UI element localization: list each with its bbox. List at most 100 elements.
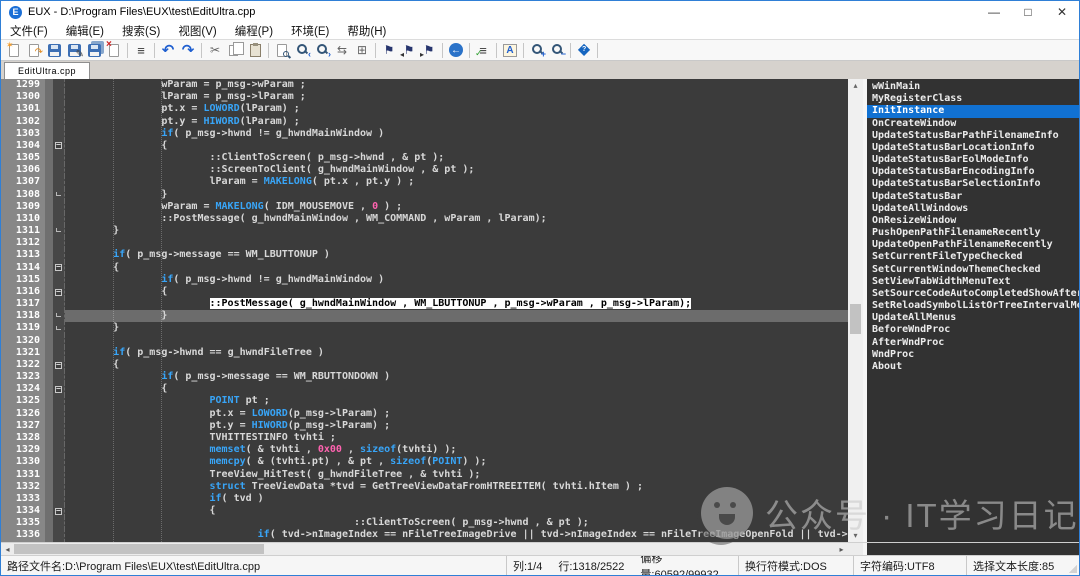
code-line[interactable]: 1334− { [1,505,848,517]
function-list-item[interactable]: UpdateStatusBarEolModeInfo [867,154,1079,166]
fold-margin[interactable]: − [53,286,65,298]
fold-margin[interactable] [53,237,65,249]
fold-margin[interactable] [53,249,65,261]
menu-item-help[interactable]: 帮助(H) [338,23,395,39]
function-list-item[interactable]: UpdateAllWindows [867,203,1079,215]
code-line[interactable]: 1303 if( p_msg->hwnd != g_hwndMainWindow… [1,128,848,140]
zoom-out-button[interactable]: − [547,40,567,60]
function-list-item[interactable]: OnCreateWindow [867,118,1079,130]
fold-margin[interactable] [53,444,65,456]
fold-margin[interactable]: − [53,359,65,371]
fold-margin[interactable] [53,298,65,310]
code-line[interactable]: 1319 } [1,322,848,334]
function-list-item[interactable]: UpdateStatusBarLocationInfo [867,142,1079,154]
find-button[interactable] [272,40,292,60]
code-line[interactable]: 1309 wParam = MAKELONG( IDM_MOUSEMOVE , … [1,201,848,213]
fold-margin[interactable] [53,103,65,115]
code-line[interactable]: 1301 pt.x = LOWORD(lParam) ; [1,103,848,115]
fold-margin[interactable] [53,395,65,407]
code-line[interactable]: 1316− { [1,286,848,298]
code-line[interactable]: 1333 if( tvd ) [1,493,848,505]
fold-margin[interactable] [53,116,65,128]
fold-margin[interactable] [53,529,65,541]
fold-collapse-icon[interactable]: − [55,362,62,369]
function-list-item[interactable]: AfterWndProc [867,337,1079,349]
fold-collapse-icon[interactable]: − [55,264,62,271]
fold-margin[interactable] [53,164,65,176]
code-line[interactable]: 1315 if( p_msg->hwnd != g_hwndMainWindow… [1,274,848,286]
horizontal-scroll-thumb[interactable] [14,544,264,554]
zoom-in-button[interactable]: + [527,40,547,60]
function-list-item-selected[interactable]: InitInstance [867,105,1079,117]
prev-bookmark-button[interactable]: ⚑◂ [399,40,419,60]
fold-margin[interactable] [53,91,65,103]
fold-margin[interactable] [53,152,65,164]
function-list-item[interactable]: SetCurrentFileTypeChecked [867,251,1079,263]
menu-item-file[interactable]: 文件(F) [1,23,57,39]
fold-margin[interactable] [53,213,65,225]
code-line[interactable]: 1313 if( p_msg->message == WM_LBUTTONUP … [1,249,848,261]
fold-margin[interactable]: − [53,505,65,517]
scroll-down-arrow-icon[interactable]: ▾ [848,529,863,542]
vertical-scroll-track[interactable] [848,92,863,529]
close-button[interactable]: ✕ [1045,1,1079,23]
code-line[interactable]: 1306 ::ScreenToClient( g_hwndMainWindow … [1,164,848,176]
undo-button[interactable]: ↶ [158,40,178,60]
code-line[interactable]: 1310 ::PostMessage( g_hwndMainWindow , W… [1,213,848,225]
fold-margin[interactable] [53,335,65,347]
function-list-item[interactable]: SetSourceCodeAutoCompletedShowAfter [867,288,1079,300]
code-line[interactable]: 1300 lParam = p_msg->lParam ; [1,91,848,103]
find-next-button[interactable]: › [312,40,332,60]
open-file-button[interactable]: ↷ [24,40,44,60]
vertical-scrollbar[interactable]: ▴ ▾ [848,79,863,542]
fold-margin[interactable] [53,128,65,140]
function-list-item[interactable]: UpdateStatusBar [867,191,1079,203]
function-list-item[interactable]: OnResizeWindow [867,215,1079,227]
about-button[interactable]: ◆? [574,40,594,60]
function-list-item[interactable]: SetCurrentWindowThemeChecked [867,264,1079,276]
fold-margin[interactable] [53,456,65,468]
code-line[interactable]: 1328 TVHITTESTINFO tvhti ; [1,432,848,444]
find-prev-button[interactable]: ‹ [292,40,312,60]
code-line[interactable]: 1331 TreeView_HitTest( g_hwndFileTree , … [1,469,848,481]
function-list-item[interactable]: UpdateStatusBarEncodingInfo [867,166,1079,178]
fold-margin[interactable] [53,469,65,481]
fold-margin[interactable] [53,322,65,334]
paste-button[interactable] [245,40,265,60]
code-line[interactable]: 1318 } [1,310,848,322]
save-button[interactable] [44,40,64,60]
save-as-button[interactable]: ✎ [64,40,84,60]
close-file-button[interactable]: × [104,40,124,60]
fold-margin[interactable] [53,274,65,286]
fold-margin[interactable] [53,432,65,444]
fold-margin[interactable]: − [53,140,65,152]
function-list-item[interactable]: UpdateStatusBarPathFilenameInfo [867,130,1079,142]
code-line[interactable]: 1323 if( p_msg->message == WM_RBUTTONDOW… [1,371,848,383]
minimize-button[interactable]: — [977,1,1011,23]
function-list-item[interactable]: UpdateStatusBarSelectionInfo [867,178,1079,190]
function-list-item[interactable]: wWinMain [867,81,1079,93]
fold-margin[interactable] [53,201,65,213]
scroll-right-arrow-icon[interactable]: ▸ [835,543,848,555]
scroll-up-arrow-icon[interactable]: ▴ [848,79,863,92]
code-line[interactable]: 1304− { [1,140,848,152]
fold-margin[interactable] [53,225,65,237]
copy-button[interactable] [225,40,245,60]
code-line[interactable]: 1321 if( p_msg->hwnd == g_hwndFileTree ) [1,347,848,359]
next-bookmark-button[interactable]: ⚑▸ [419,40,439,60]
fold-margin[interactable] [53,493,65,505]
horizontal-scrollbar[interactable]: ◂ ▸ [1,543,848,555]
code-line[interactable]: 1332 struct TreeViewData *tvd = GetTreeV… [1,481,848,493]
fold-margin[interactable] [53,189,65,201]
code-line[interactable]: 1307 lParam = MAKELONG( pt.x , pt.y ) ; [1,176,848,188]
code-line[interactable]: 1302 pt.y = HIWORD(lParam) ; [1,116,848,128]
fold-margin[interactable]: − [53,262,65,274]
function-list-item[interactable]: MyRegisterClass [867,93,1079,105]
scroll-left-arrow-icon[interactable]: ◂ [1,543,14,555]
code-line[interactable]: 1320 [1,335,848,347]
code-line[interactable]: 1299 wParam = p_msg->wParam ; [1,79,848,91]
menu-item-view[interactable]: 视图(V) [169,23,225,39]
code-line[interactable]: 1311 } [1,225,848,237]
file-list-button[interactable]: ≡ [131,40,151,60]
menu-item-search[interactable]: 搜索(S) [113,23,169,39]
